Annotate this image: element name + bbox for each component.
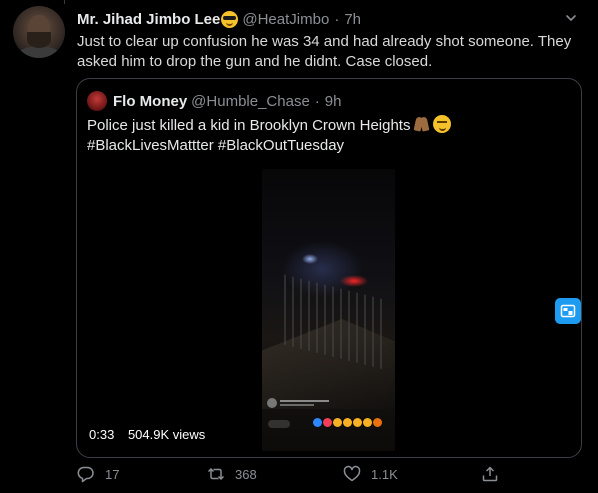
tweet-text: Just to clear up confusion he was 34 and…	[77, 33, 572, 70]
tweet-timestamp[interactable]: 7h	[344, 11, 361, 28]
thread-connector	[64, 0, 80, 4]
like-icon	[343, 465, 361, 482]
quoted-hashtags[interactable]: #BlackLivesMattter #BlackOutTuesday	[87, 137, 344, 154]
video-player[interactable]	[262, 169, 395, 451]
video-views: 504.9K views	[127, 427, 206, 442]
tweet-actions: 17 368 1.1K	[77, 463, 507, 485]
quoted-tweet-header: Flo Money @Humble_Chase · 9h	[87, 91, 341, 111]
share-icon	[482, 466, 498, 482]
quoted-tweet[interactable]: Flo Money @Humble_Chase · 9h Police just…	[76, 78, 582, 458]
video-duration: 0:33	[89, 427, 115, 442]
quoted-author-name: Flo Money	[113, 92, 188, 110]
reply-count: 17	[105, 466, 120, 482]
quoted-text-line1: Police just killed a kid in Brooklyn Cro…	[87, 117, 411, 134]
video-overlay-share	[268, 420, 290, 428]
smirk-emoji-icon	[433, 115, 452, 133]
like-count: 1.1K	[371, 466, 398, 482]
tweet-header: Mr. Jihad Jimbo Lee @HeatJimbo · 7h	[77, 9, 578, 29]
quoted-tweet-timestamp: 9h	[324, 92, 342, 110]
share-button[interactable]	[481, 463, 509, 485]
retweet-count: 368	[235, 466, 257, 482]
cool-emoji-icon	[221, 10, 239, 28]
video-overlay-reactions	[313, 418, 382, 427]
quoted-tweet-text: Police just killed a kid in Brooklyn Cro…	[87, 115, 573, 156]
reply-icon	[77, 466, 94, 483]
pray-emoji-icon	[413, 116, 431, 132]
author-handle[interactable]: @HeatJimbo	[242, 11, 329, 28]
separator-dot: ·	[334, 10, 340, 28]
picture-in-picture-icon[interactable]	[555, 298, 581, 324]
quoted-author-avatar	[87, 91, 107, 111]
caret-down-icon[interactable]	[564, 11, 578, 25]
quoted-author-handle: @Humble_Chase	[191, 92, 310, 110]
video-overlay-card	[267, 395, 329, 411]
author-name[interactable]: Mr. Jihad Jimbo Lee	[77, 11, 220, 28]
author-avatar[interactable]	[13, 6, 65, 58]
video-meta: 0:33 504.9K views	[89, 427, 205, 442]
retweet-button[interactable]: 368	[207, 463, 257, 485]
retweet-icon	[207, 467, 225, 481]
separator-dot: ·	[314, 92, 320, 110]
reply-button[interactable]: 17	[77, 463, 119, 485]
like-button[interactable]: 1.1K	[343, 463, 398, 485]
